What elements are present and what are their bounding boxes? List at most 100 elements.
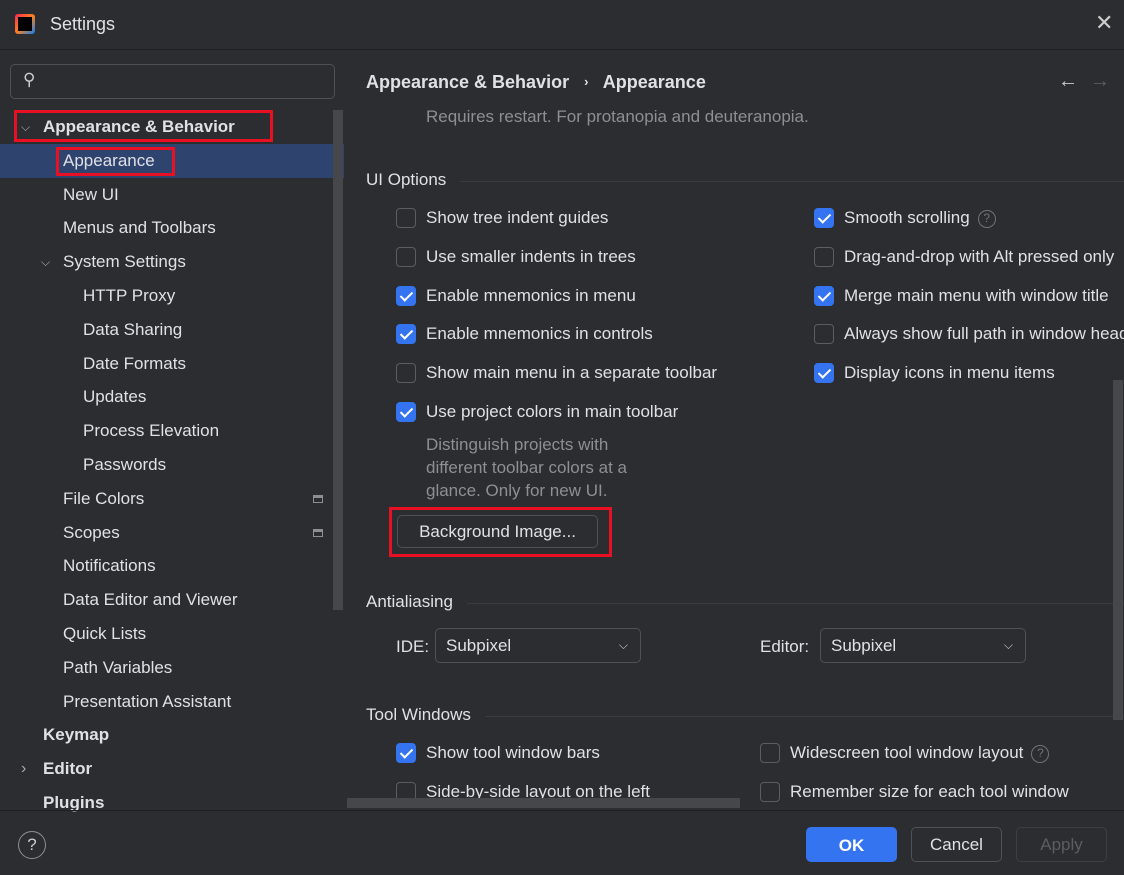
sidebar-item-label: HTTP Proxy bbox=[83, 286, 176, 305]
sidebar-item[interactable]: Menus and Toolbars bbox=[0, 211, 344, 245]
sidebar-item-label: Date Formats bbox=[83, 353, 186, 373]
checkbox-label[interactable]: Show tree indent guides bbox=[426, 208, 608, 228]
help-button[interactable]: ? bbox=[18, 831, 46, 859]
checkbox[interactable] bbox=[760, 782, 780, 802]
chevron-down-icon[interactable]: ⌵ bbox=[41, 245, 50, 279]
help-icon[interactable]: ? bbox=[1031, 745, 1050, 763]
chevron-down-icon: ⌵ bbox=[618, 638, 628, 652]
sidebar-item[interactable]: Notifications bbox=[0, 549, 344, 583]
breadcrumb-parent[interactable]: Appearance & Behavior bbox=[366, 72, 569, 92]
sidebar-item[interactable]: Passwords bbox=[0, 448, 344, 482]
label-text: Smooth scrolling bbox=[844, 208, 970, 227]
checkbox[interactable] bbox=[396, 208, 416, 228]
checkbox[interactable] bbox=[396, 743, 416, 763]
sidebar-item[interactable]: ⌵ System Settings bbox=[0, 245, 344, 279]
breadcrumb: Appearance & Behavior › Appearance bbox=[366, 72, 706, 92]
main-scrollbar[interactable] bbox=[1113, 380, 1123, 720]
chevron-right-icon[interactable]: › bbox=[21, 752, 26, 786]
apply-button[interactable]: Apply bbox=[1016, 827, 1107, 862]
checkbox-label[interactable]: Merge main menu with window title bbox=[844, 286, 1109, 306]
ide-antialiasing-select[interactable]: Subpixel ⌵ bbox=[435, 628, 641, 663]
sidebar-item[interactable]: Path Variables bbox=[0, 651, 344, 685]
sidebar-item-label: Process Elevation bbox=[83, 421, 220, 441]
ide-value: Subpixel bbox=[446, 636, 512, 655]
checkbox[interactable] bbox=[396, 402, 416, 422]
sidebar-item-label: Presentation Assistant bbox=[63, 691, 232, 711]
intellij-logo-icon bbox=[15, 14, 35, 34]
checkbox-label[interactable]: Show main menu in a separate toolbar bbox=[426, 363, 717, 383]
label-text: Always show full path in window header bbox=[844, 324, 1124, 344]
checkbox[interactable] bbox=[396, 324, 416, 345]
project-level-icon bbox=[313, 528, 323, 537]
sidebar-item[interactable]: Quick Lists bbox=[0, 617, 344, 651]
sidebar-item-label: New UI bbox=[63, 184, 119, 204]
sidebar-item-label: Notifications bbox=[63, 556, 156, 576]
editor-label: Editor: bbox=[760, 637, 810, 656]
label-text: Show main menu in a separate toolbar bbox=[426, 363, 718, 383]
checkbox-label[interactable]: Use smaller indents in trees bbox=[426, 247, 636, 267]
label-text: Show tree indent guides bbox=[426, 208, 609, 227]
checkbox[interactable] bbox=[396, 246, 416, 267]
checkbox-label[interactable]: Widescreen tool window layout? bbox=[790, 743, 1050, 763]
sidebar-item[interactable]: HTTP Proxy bbox=[0, 279, 344, 313]
label-text: Use smaller indents in trees bbox=[426, 246, 636, 266]
sidebar-item-label: Data Editor and Viewer bbox=[63, 590, 238, 610]
ok-button[interactable]: OK bbox=[806, 827, 897, 862]
checkbox-label[interactable]: Display icons in menu items bbox=[844, 363, 1055, 383]
footer: ? OK Cancel Apply bbox=[0, 810, 1124, 875]
sidebar-item-label: Updates bbox=[83, 387, 147, 407]
checkbox-label[interactable]: Enable mnemonics in menu bbox=[426, 286, 636, 306]
close-icon[interactable]: ✕ bbox=[1095, 10, 1113, 36]
checkbox[interactable] bbox=[814, 246, 834, 267]
checkbox[interactable] bbox=[814, 285, 834, 306]
cancel-button[interactable]: Cancel bbox=[911, 827, 1002, 862]
sidebar-scrollbar[interactable] bbox=[333, 110, 343, 610]
search-input[interactable]: ⚲ bbox=[10, 64, 335, 99]
horizontal-scrollbar[interactable] bbox=[347, 798, 740, 808]
back-arrow-icon[interactable]: ← bbox=[1058, 70, 1078, 93]
sidebar-item[interactable]: Updates bbox=[0, 380, 344, 414]
sidebar-item[interactable]: › Editor bbox=[0, 752, 344, 786]
checkbox[interactable] bbox=[760, 743, 780, 763]
hint-line: different toolbar colors at a bbox=[426, 458, 627, 477]
label-text: Widescreen tool window layout bbox=[790, 743, 1024, 762]
checkbox[interactable] bbox=[814, 324, 834, 345]
sidebar-item[interactable]: File Colors bbox=[0, 482, 344, 516]
label-text: Enable mnemonics in menu bbox=[426, 285, 636, 305]
forward-arrow-icon[interactable]: → bbox=[1090, 70, 1110, 93]
checkbox-label[interactable]: Always show full path in window header bbox=[844, 324, 1124, 344]
label-text: Use project colors in main toolbar bbox=[426, 402, 679, 421]
sidebar-item[interactable]: Date Formats bbox=[0, 347, 344, 381]
label-text: Merge main menu with window title bbox=[844, 285, 1109, 305]
sidebar-item-label: Path Variables bbox=[63, 657, 173, 677]
sidebar-item-label: Quick Lists bbox=[63, 624, 147, 643]
sidebar-item[interactable]: Presentation Assistant bbox=[0, 685, 344, 719]
help-icon[interactable]: ? bbox=[977, 210, 996, 228]
checkbox-label[interactable]: Show tool window bars bbox=[426, 743, 600, 763]
breadcrumb-current: Appearance bbox=[602, 72, 706, 92]
label-text: Remember size for each tool window bbox=[790, 782, 1069, 801]
checkbox[interactable] bbox=[396, 285, 416, 306]
checkbox-label[interactable]: Use project colors in main toolbar bbox=[426, 402, 678, 422]
sidebar-item[interactable]: New UI bbox=[0, 178, 344, 212]
checkbox[interactable] bbox=[814, 208, 834, 228]
label-text: Show tool window bars bbox=[426, 743, 600, 762]
checkbox-label[interactable]: Remember size for each tool window bbox=[790, 782, 1069, 802]
checkbox-label[interactable]: Enable mnemonics in controls bbox=[426, 324, 653, 344]
sidebar-item[interactable]: Data Editor and Viewer bbox=[0, 583, 344, 617]
checkbox[interactable] bbox=[396, 363, 416, 384]
sidebar-item-label: Menus and Toolbars bbox=[63, 218, 216, 238]
checkbox[interactable] bbox=[814, 363, 834, 384]
search-icon: ⚲ bbox=[23, 70, 36, 89]
antialiasing-title: Antialiasing bbox=[366, 592, 1124, 611]
hint-line: Distinguish projects with bbox=[426, 435, 609, 454]
checkbox-label[interactable]: Smooth scrolling? bbox=[844, 208, 996, 228]
sidebar-item[interactable]: Process Elevation bbox=[0, 414, 344, 448]
title-bar: Settings ✕ bbox=[0, 0, 1124, 50]
sidebar-item[interactable]: Keymap bbox=[0, 718, 344, 752]
checkbox-label[interactable]: Drag-and-drop with Alt pressed only bbox=[844, 247, 1114, 267]
sidebar-item[interactable]: Data Sharing bbox=[0, 313, 344, 347]
editor-antialiasing-select[interactable]: Subpixel ⌵ bbox=[820, 628, 1026, 663]
sidebar-item[interactable]: Scopes bbox=[0, 516, 344, 550]
sidebar-item-label: Editor bbox=[43, 759, 93, 779]
